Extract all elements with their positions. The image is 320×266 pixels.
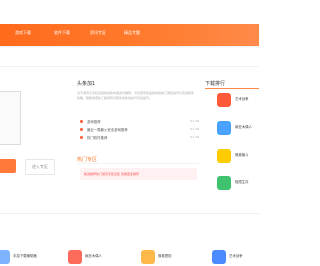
bottom-divider (0, 213, 259, 214)
nav-item-game-download[interactable]: 游戏下载 (15, 30, 31, 36)
app-icon (217, 176, 231, 190)
headline-description: 关于游戏与手机应用的最新内容资讯推荐，为玩家带来最新鲜的热门游戏资讯与实用软件攻… (77, 91, 195, 100)
app-icon (141, 250, 155, 264)
enter-zone-button[interactable]: 进入专区 (25, 159, 55, 175)
news-title: 最近一周最火安全游戏推荐 (87, 127, 128, 132)
app-icon (217, 121, 231, 135)
hot-section-text: 精选推荐热门游戏专区合集 查看更多推荐 (84, 171, 139, 176)
bullet-icon (80, 136, 83, 139)
hot-section-banner[interactable]: 精选推荐热门游戏专区合集 查看更多推荐 (80, 168, 197, 180)
headline-title: 头条加1 (77, 81, 96, 87)
hot-section-divider (77, 163, 199, 164)
app-name: 像素冒险 (158, 254, 172, 258)
app-name: 疯狂木偶人 (85, 254, 102, 258)
section-divider (0, 66, 259, 67)
bottom-app-item[interactable]: 手游下载辅助器 (0, 250, 56, 264)
app-name: 疯狂木偶人 (235, 125, 252, 129)
bullet-icon (80, 128, 83, 131)
ranking-item[interactable]: 艺术战争 (217, 93, 259, 113)
download-ranking-panel: 下载排行 艺术战争 疯狂木偶人 像素格斗 极限生存 (205, 76, 259, 206)
app-icon (217, 149, 231, 163)
nav-item-news[interactable]: 资讯专区 (90, 30, 106, 36)
ranking-item[interactable]: 像素格斗 (217, 149, 259, 169)
app-name: 手游下载辅助器 (13, 254, 37, 258)
app-icon (68, 250, 82, 264)
news-title: 热门软件推荐 (87, 135, 108, 140)
news-date: 01-18 (190, 118, 199, 123)
news-title: 游戏推荐 (87, 119, 101, 124)
news-date: 01-18 (190, 134, 199, 139)
ranking-item[interactable]: 疯狂木偶人 (217, 121, 259, 141)
primary-action-button[interactable] (0, 159, 16, 173)
bottom-app-item[interactable]: 疯狂木偶人 (68, 250, 128, 264)
top-nav-bar: 游戏下载 软件下载 资讯专区 精品专题 (0, 24, 259, 46)
news-item[interactable]: 最近一周最火安全游戏推荐 01-18 (77, 126, 199, 134)
app-name: 极限生存 (235, 180, 249, 184)
app-icon (212, 250, 226, 264)
ranking-title: 下载排行 (205, 81, 226, 87)
bottom-app-item[interactable]: 像素冒险 (141, 250, 201, 264)
app-icon (0, 250, 10, 264)
news-date: 01-18 (190, 126, 199, 131)
nav-item-topics[interactable]: 精品专题 (124, 30, 140, 36)
app-name: 艺术战争 (235, 97, 249, 101)
headline-panel: 头条加1 关于游戏与手机应用的最新内容资讯推荐，为玩家带来最新鲜的热门游戏资讯与… (77, 76, 199, 206)
app-name: 艺术战争 (229, 254, 243, 258)
bullet-icon (80, 120, 83, 123)
bottom-app-item[interactable]: 艺术战争 (212, 250, 259, 264)
ranking-divider (205, 88, 259, 89)
hot-section-title: 热门专区 (77, 157, 98, 163)
news-item[interactable]: 热门软件推荐 01-18 (77, 134, 199, 142)
app-name: 像素格斗 (235, 153, 249, 157)
news-list: 游戏推荐 01-18 最近一周最火安全游戏推荐 01-18 热门软件推荐 01-… (77, 118, 199, 142)
ranking-item[interactable]: 极限生存 (217, 176, 259, 196)
app-icon (217, 93, 231, 107)
news-item[interactable]: 游戏推荐 01-18 (77, 118, 199, 126)
left-preview-box[interactable] (0, 91, 21, 145)
nav-item-software-download[interactable]: 软件下载 (54, 30, 70, 36)
